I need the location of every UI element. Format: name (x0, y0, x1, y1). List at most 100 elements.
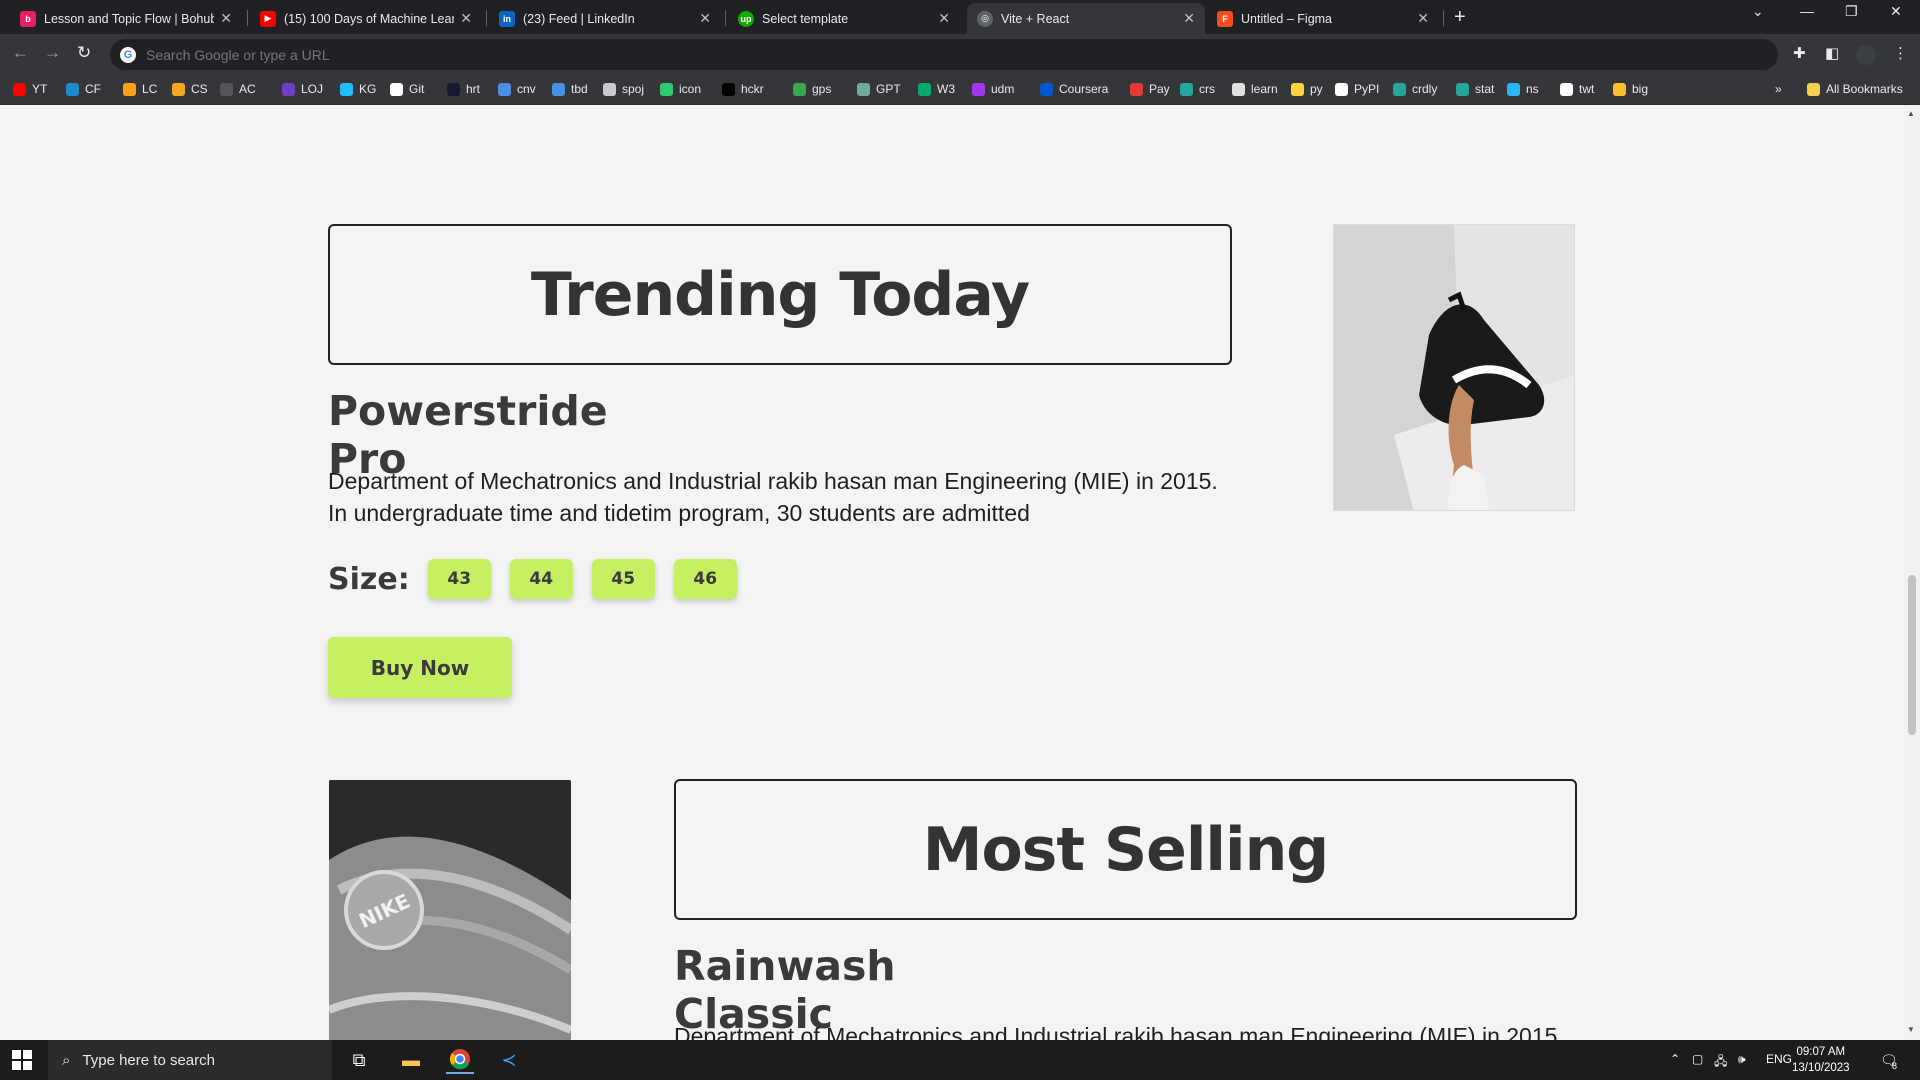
bookmark-yt[interactable]: YT (13, 82, 47, 96)
bookmark-hckr[interactable]: hckr (722, 82, 764, 96)
bookmark-tbd[interactable]: tbd (552, 82, 588, 96)
tab-linkedin[interactable]: in (23) Feed | LinkedIn ✕ (489, 3, 721, 34)
bookmark-gpt[interactable]: GPT (857, 82, 901, 96)
bookmark-ac[interactable]: AC (220, 82, 256, 96)
close-tab-icon[interactable]: ✕ (699, 10, 711, 27)
size-option-45[interactable]: 45 (591, 559, 655, 599)
bookmark-label: crdly (1412, 82, 1438, 96)
bookmark-icon[interactable]: icon (660, 82, 701, 96)
scrollbar-thumb[interactable] (1908, 575, 1916, 735)
bookmark-udm[interactable]: udm (972, 82, 1014, 96)
bookmark-loj[interactable]: LOJ (282, 82, 323, 96)
buy-now-button[interactable]: Buy Now (328, 637, 512, 698)
bookmark-w3[interactable]: W3 (918, 82, 955, 96)
bookmark-label: Coursera (1059, 82, 1109, 96)
bookmark-twt[interactable]: twt (1560, 82, 1594, 96)
size-option-46[interactable]: 46 (673, 559, 737, 599)
chrome-icon[interactable] (446, 1046, 474, 1074)
scroll-up-icon[interactable]: ▲ (1907, 109, 1915, 118)
chrome-menu-icon[interactable]: ⋮ (1893, 44, 1908, 62)
task-view-icon[interactable]: ⧉ (345, 1046, 373, 1074)
bookmark-label: LOJ (301, 82, 324, 96)
scroll-down-icon[interactable]: ▼ (1907, 1025, 1915, 1034)
bookmark-spoj[interactable]: spoj (603, 82, 644, 96)
all-bookmarks-folder[interactable]: All Bookmarks (1807, 82, 1903, 96)
new-tab-icon[interactable]: + (1454, 6, 1466, 29)
address-bar[interactable]: G (110, 39, 1778, 70)
forward-icon[interactable]: → (44, 43, 61, 63)
bookmark-pypi[interactable]: PyPI (1335, 82, 1379, 96)
meet-now-icon[interactable]: ▢ (1692, 1052, 1703, 1066)
bookmark-favicon-icon (1507, 82, 1520, 96)
close-tab-icon[interactable]: ✕ (1417, 10, 1429, 27)
reload-icon[interactable]: ↻ (77, 43, 91, 63)
bookmark-label: W3 (937, 82, 955, 96)
tab-bohubrihi[interactable]: b Lesson and Topic Flow | Bohubri ✕ (10, 3, 242, 34)
bookmark-favicon-icon (722, 82, 735, 96)
network-icon[interactable]: 🖧 (1714, 1052, 1727, 1073)
bookmark-git[interactable]: Git (390, 82, 424, 96)
bookmark-stat[interactable]: stat (1456, 82, 1494, 96)
bookmark-ns[interactable]: ns (1507, 82, 1539, 96)
tab-upwork[interactable]: up Select template ✕ (728, 3, 960, 34)
size-label: Size: (328, 561, 410, 597)
taskbar-clock[interactable]: 09:07 AM 13/10/2023 (1792, 1044, 1850, 1076)
bookmark-label: hckr (741, 82, 764, 96)
bookmark-crdly[interactable]: crdly (1393, 82, 1437, 96)
minimize-icon[interactable]: — (1800, 3, 1814, 19)
tab-strip: b Lesson and Topic Flow | Bohubri ✕ ▶ (1… (0, 0, 1920, 34)
bookmark-gps[interactable]: gps (793, 82, 831, 96)
trending-description-line: Department of Mechatronics and Industria… (328, 468, 1218, 494)
language-indicator[interactable]: ENG (1766, 1052, 1792, 1066)
bookmark-favicon-icon (1393, 82, 1406, 96)
bookmark-kg[interactable]: KG (340, 82, 376, 96)
side-panel-icon[interactable]: ◧ (1825, 44, 1839, 62)
bookmark-cf[interactable]: CF (66, 82, 101, 96)
profile-avatar[interactable] (1856, 45, 1876, 65)
bookmark-big[interactable]: big (1613, 82, 1648, 96)
size-option-44[interactable]: 44 (509, 559, 573, 599)
close-tab-icon[interactable]: ✕ (938, 10, 950, 27)
bookmark-cnv[interactable]: cnv (498, 82, 536, 96)
windows-start-icon[interactable] (12, 1050, 32, 1070)
grey-sneaker-illustration: NIKE (329, 780, 571, 1040)
size-option-43[interactable]: 43 (427, 559, 491, 599)
tab-vite-react[interactable]: ◎ Vite + React ✕ (967, 3, 1205, 34)
restore-icon[interactable]: ❐ (1845, 3, 1858, 20)
tab-youtube[interactable]: ▶ (15) 100 Days of Machine Learni ✕ (250, 3, 482, 34)
back-icon[interactable]: ← (12, 43, 29, 63)
bookmark-label: Pay (1149, 82, 1170, 96)
bookmark-pay[interactable]: Pay (1130, 82, 1170, 96)
bookmark-learn[interactable]: learn (1232, 82, 1278, 96)
bookmark-label: gps (812, 82, 832, 96)
close-window-icon[interactable]: ✕ (1890, 3, 1902, 20)
most-selling-product-image: NIKE (329, 780, 571, 1040)
address-input[interactable] (146, 46, 1778, 63)
bookmark-label: stat (1475, 82, 1495, 96)
tab-search-icon[interactable]: ⌄ (1752, 3, 1764, 20)
close-tab-icon[interactable]: ✕ (220, 10, 232, 27)
bookmark-hrt[interactable]: hrt (447, 82, 480, 96)
more-bookmarks-icon[interactable]: » (1775, 82, 1782, 96)
bookmark-label: LC (142, 82, 158, 96)
bookmark-cs[interactable]: CS (172, 82, 208, 96)
file-explorer-icon[interactable]: ▬ (397, 1046, 425, 1074)
size-selector: Size: 43 44 45 46 (328, 559, 756, 599)
bookmark-label: GPT (876, 82, 901, 96)
bookmark-coursera[interactable]: Coursera (1040, 82, 1108, 96)
close-tab-icon[interactable]: ✕ (1183, 10, 1195, 27)
tab-figma[interactable]: F Untitled – Figma ✕ (1207, 3, 1439, 34)
page-scrollbar[interactable]: ▲ ▼ (1904, 105, 1920, 1040)
close-tab-icon[interactable]: ✕ (460, 10, 472, 27)
bookmark-label: AC (239, 82, 256, 96)
volume-icon[interactable]: 🕪 (1738, 1052, 1746, 1067)
bookmark-favicon-icon (340, 82, 353, 96)
taskbar-search-box[interactable]: ⌕ Type here to search (48, 1040, 332, 1080)
bookmark-py[interactable]: py (1291, 82, 1323, 96)
bookmark-crs[interactable]: crs (1180, 82, 1215, 96)
extensions-icon[interactable]: ✚ (1793, 44, 1806, 62)
vscode-icon[interactable]: ≺ (495, 1046, 523, 1074)
chrome-logo (450, 1049, 470, 1070)
tray-expand-icon[interactable]: ⌃ (1670, 1052, 1680, 1066)
bookmark-lc[interactable]: LC (123, 82, 157, 96)
